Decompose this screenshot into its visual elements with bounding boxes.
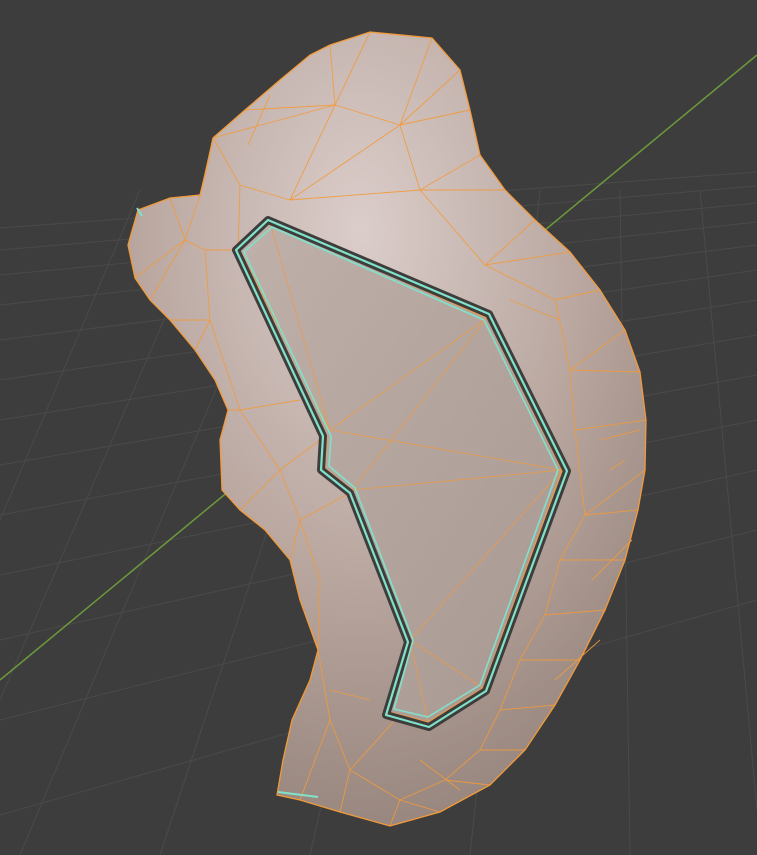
3d-viewport[interactable] [0, 0, 757, 855]
mesh-object[interactable] [127, 31, 647, 827]
viewport-scene[interactable] [0, 0, 757, 855]
